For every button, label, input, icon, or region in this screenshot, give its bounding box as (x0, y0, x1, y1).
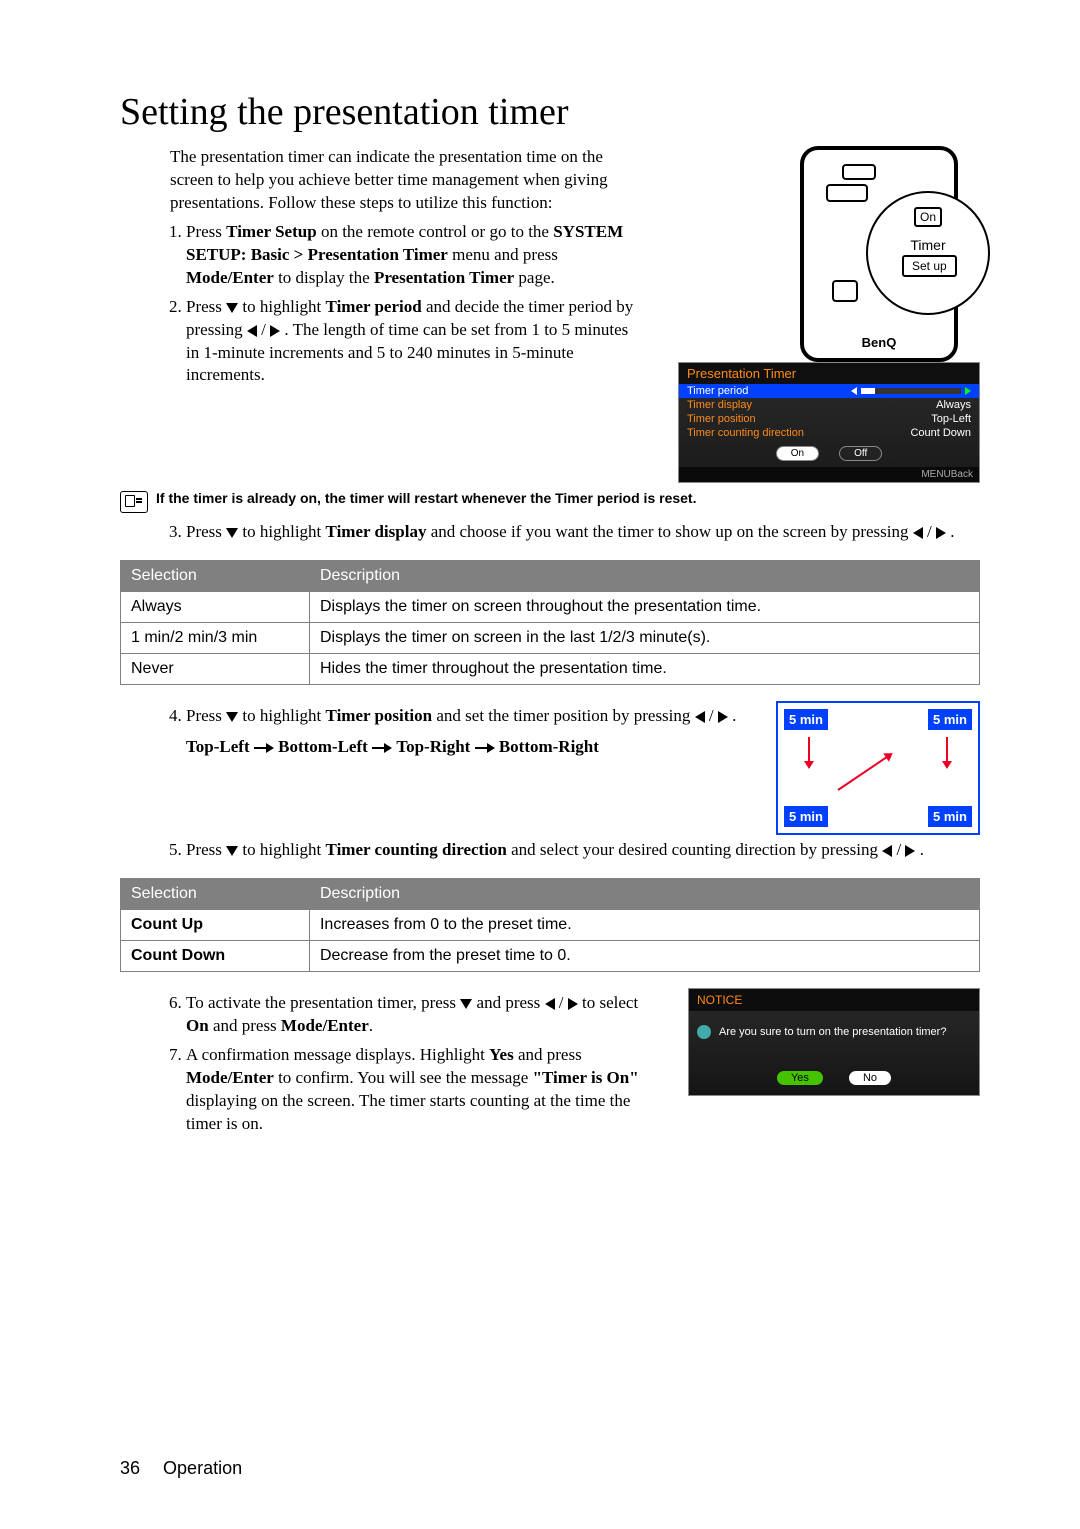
step-6: To activate the presentation timer, pres… (186, 992, 658, 1038)
down-icon (226, 712, 238, 722)
left-icon (545, 998, 555, 1010)
right-icon (718, 711, 728, 723)
step-2: Press to highlight Timer period and deci… (186, 296, 640, 388)
left-icon (882, 845, 892, 857)
steps-list-1: Press Timer Setup on the remote control … (120, 221, 640, 388)
table-counting-direction: Selection Description Count UpIncreases … (120, 878, 980, 972)
section-name: Operation (163, 1458, 242, 1478)
notice-message: Are you sure to turn on the presentation… (689, 1011, 979, 1065)
arrow-right-icon (372, 743, 392, 753)
step-4: Press to highlight Timer position and se… (186, 705, 746, 759)
steps-list-3: Press to highlight Timer position and se… (120, 705, 746, 765)
step-7: A confirmation message displays. Highlig… (186, 1044, 658, 1136)
osd-row-counting-direction: Timer counting direction Count Down (679, 426, 979, 440)
page-number: 36 (120, 1458, 140, 1478)
notice-no-button: No (849, 1071, 891, 1085)
notice-dialog: NOTICE Are you sure to turn on the prese… (688, 988, 980, 1096)
right-icon (936, 527, 946, 539)
step-3: Press to highlight Timer display and cho… (186, 521, 980, 544)
right-icon (270, 325, 280, 337)
steps-list-2: Press to highlight Timer display and cho… (120, 521, 980, 544)
osd-title: Presentation Timer (679, 363, 979, 384)
down-icon (226, 303, 238, 313)
magnifier-circle: On Timer Set up (866, 191, 990, 315)
notice-title: NOTICE (689, 989, 979, 1011)
osd-row-timer-display: Timer display Always (679, 398, 979, 412)
left-icon (247, 325, 257, 337)
position-figure: 5 min 5 min 5 min 5 min (776, 701, 980, 835)
right-icon (905, 845, 915, 857)
osd-on-button: On (776, 446, 819, 461)
right-icon (568, 998, 578, 1010)
brand-label: BenQ (804, 335, 954, 350)
notice-yes-button: Yes (777, 1071, 823, 1085)
left-icon (913, 527, 923, 539)
steps-list-4: Press to highlight Timer counting direct… (120, 839, 980, 862)
osd-off-button: Off (839, 446, 882, 461)
table-timer-display: Selection Description AlwaysDisplays the… (120, 560, 980, 685)
page-title: Setting the presentation timer (120, 90, 980, 134)
note-text: If the timer is already on, the timer wi… (156, 489, 696, 507)
step-5: Press to highlight Timer counting direct… (186, 839, 980, 862)
note-icon (120, 491, 148, 513)
intro-paragraph: The presentation timer can indicate the … (170, 146, 640, 215)
page-footer: 36 Operation (120, 1458, 242, 1479)
step-1: Press Timer Setup on the remote control … (186, 221, 640, 290)
osd-row-timer-position: Timer position Top-Left (679, 412, 979, 426)
osd-row-timer-period: Timer period (679, 384, 979, 398)
osd-foot: MENUBack (679, 467, 979, 482)
down-icon (460, 999, 472, 1009)
steps-list-5: To activate the presentation timer, pres… (120, 992, 658, 1142)
remote-figure: BenQ On Timer Set up (770, 146, 980, 356)
down-icon (226, 528, 238, 538)
left-icon (695, 711, 705, 723)
arrow-right-icon (254, 743, 274, 753)
osd-panel: Presentation Timer Timer period Timer di… (678, 362, 980, 483)
arrow-right-icon (475, 743, 495, 753)
down-icon (226, 846, 238, 856)
